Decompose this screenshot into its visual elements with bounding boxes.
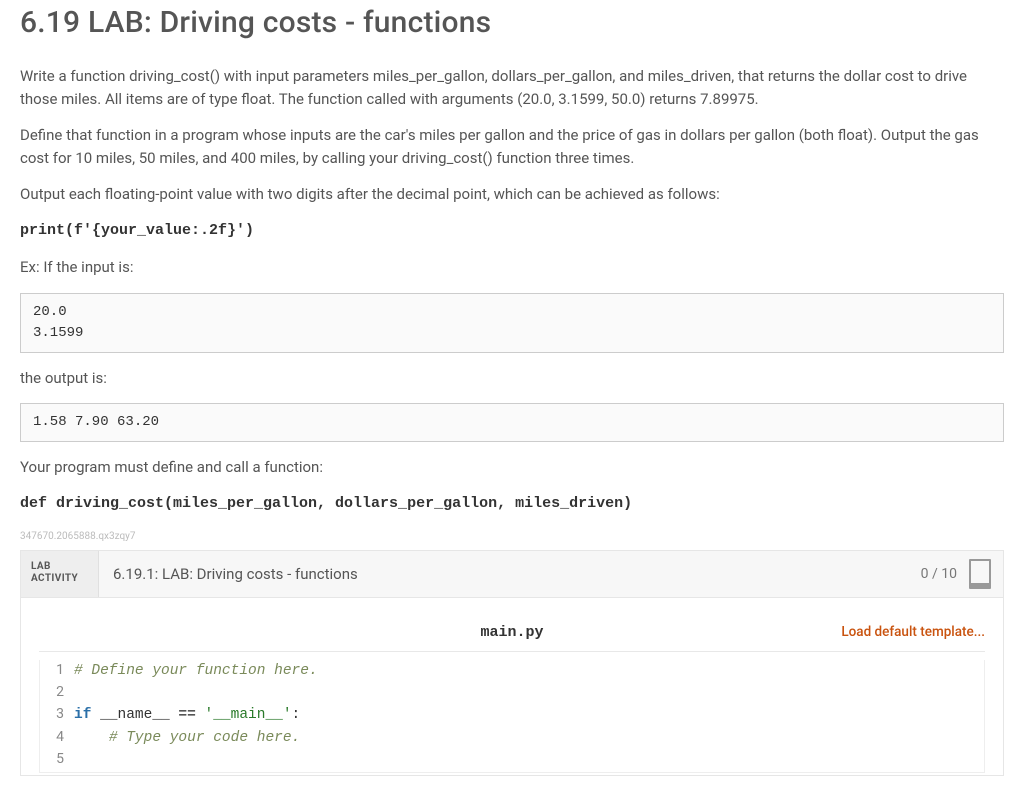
must-define-label: Your program must define and call a func… xyxy=(20,456,1004,479)
prompt-paragraph-2: Define that function in a program whose … xyxy=(20,124,1004,169)
load-default-template-link[interactable]: Load default template... xyxy=(841,624,985,640)
example-input-box: 20.0 3.1599 xyxy=(20,293,1004,353)
code-comment: # Define your function here. xyxy=(74,663,318,679)
file-tab[interactable]: main.py xyxy=(481,622,544,645)
gutter-line-number: 5 xyxy=(40,749,74,771)
code-colon: : xyxy=(292,707,301,723)
gutter-line-number: 1 xyxy=(40,660,74,682)
prompt-paragraph-3: Output each floating-point value with tw… xyxy=(20,183,1004,206)
example-input-label: Ex: If the input is: xyxy=(20,256,1004,279)
print-format-example: print(f'{your_value:.2f}') xyxy=(20,220,1004,243)
page-title: 6.19 LAB: Driving costs - functions xyxy=(20,0,1004,45)
code-operator-eq: == xyxy=(178,707,195,723)
lab-checkbox-icon[interactable] xyxy=(969,559,991,589)
code-comment: # Type your code here. xyxy=(109,730,300,746)
file-tab-bar: main.py Load default template... xyxy=(39,620,985,652)
example-output-label: the output is: xyxy=(20,367,1004,390)
lab-score: 0 / 10 xyxy=(921,551,967,597)
code-string-main: '__main__' xyxy=(196,707,292,723)
code-editor[interactable]: 1 # Define your function here. 2 3 if __… xyxy=(39,660,985,773)
lab-title: 6.19.1: LAB: Driving costs - functions xyxy=(99,551,921,597)
prompt-paragraph-1: Write a function driving_cost() with inp… xyxy=(20,65,1004,110)
code-indent xyxy=(74,730,109,746)
function-signature: def driving_cost(miles_per_gallon, dolla… xyxy=(20,493,1004,516)
gutter-line-number: 4 xyxy=(40,727,74,749)
code-keyword-if: if xyxy=(74,707,91,723)
gutter-line-number: 2 xyxy=(40,682,74,704)
lab-activity-card: LAB ACTIVITY 6.19.1: LAB: Driving costs … xyxy=(20,550,1004,776)
gutter-line-number: 3 xyxy=(40,704,74,726)
lab-header: LAB ACTIVITY 6.19.1: LAB: Driving costs … xyxy=(21,550,1003,598)
lab-badge: LAB ACTIVITY xyxy=(21,551,99,597)
example-output-box: 1.58 7.90 63.20 xyxy=(20,403,1004,442)
lab-badge-line2: ACTIVITY xyxy=(31,573,88,585)
question-id: 347670.2065888.qx3zqy7 xyxy=(20,529,1004,544)
code-name-dunder: __name__ xyxy=(91,707,178,723)
lab-body: main.py Load default template... 1 # Def… xyxy=(21,598,1003,775)
lab-badge-line1: LAB xyxy=(31,561,88,573)
